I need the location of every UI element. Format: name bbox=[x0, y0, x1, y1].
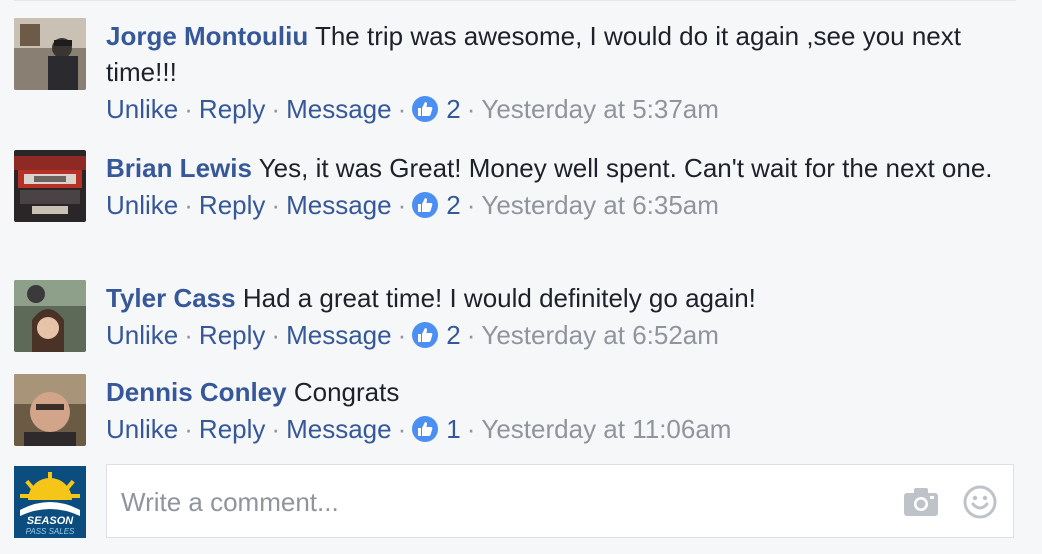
message-link[interactable]: Message bbox=[286, 190, 392, 220]
message-link[interactable]: Message bbox=[286, 94, 392, 124]
separator: · bbox=[466, 190, 476, 220]
comment-author[interactable]: Tyler Cass bbox=[106, 283, 236, 313]
separator: · bbox=[271, 94, 281, 124]
comment-text-block: Brian Lewis Yes, it was Great! Money wel… bbox=[106, 150, 1006, 186]
separator: · bbox=[271, 414, 281, 444]
unlike-link[interactable]: Unlike bbox=[106, 190, 178, 220]
comment-text: Congrats bbox=[293, 377, 400, 407]
comment-author[interactable]: Dennis Conley bbox=[106, 377, 287, 407]
comment-actions: Unlike · Reply · Message · 2 · Yesterday at 6:52… bbox=[106, 318, 1006, 352]
separator: · bbox=[397, 190, 407, 220]
comment-actions: Unlike · Reply · Message · 2 · Yesterday at 5:37… bbox=[106, 92, 1006, 126]
reply-link[interactable]: Reply bbox=[199, 414, 265, 444]
separator: · bbox=[397, 414, 407, 444]
comment-timestamp[interactable]: Yesterday at 6:35am bbox=[481, 190, 719, 220]
separator: · bbox=[466, 94, 476, 124]
comment-author[interactable]: Brian Lewis bbox=[106, 153, 252, 183]
avatar[interactable] bbox=[14, 374, 86, 446]
like-icon[interactable] bbox=[412, 416, 439, 442]
emoji-icon[interactable] bbox=[963, 485, 997, 519]
top-divider bbox=[14, 0, 1016, 1]
comment-timestamp[interactable]: Yesterday at 6:52am bbox=[481, 320, 719, 350]
comment-text: Had a great time! I would definitely go … bbox=[242, 283, 756, 313]
comment-text: Yes, it was Great! Money well spent. Can… bbox=[258, 153, 993, 183]
comment-composer: SEASON PASS SALES bbox=[14, 464, 1016, 540]
like-count[interactable]: 2 bbox=[446, 320, 460, 350]
message-link[interactable]: Message bbox=[286, 414, 392, 444]
comment-actions: Unlike · Reply · Message · 1 · Yesterday at 11:0… bbox=[106, 412, 1006, 446]
like-count[interactable]: 1 bbox=[446, 414, 460, 444]
unlike-link[interactable]: Unlike bbox=[106, 320, 178, 350]
page-avatar[interactable]: SEASON PASS SALES bbox=[14, 466, 86, 538]
comment-input[interactable] bbox=[119, 465, 863, 539]
avatar[interactable] bbox=[14, 280, 86, 352]
comment-input-box bbox=[106, 464, 1014, 539]
like-icon[interactable] bbox=[412, 96, 439, 122]
camera-icon[interactable] bbox=[903, 487, 939, 517]
comment-actions: Unlike · Reply · Message · 2 · Yesterday at 6:35… bbox=[106, 188, 1006, 222]
comment-timestamp[interactable]: Yesterday at 5:37am bbox=[481, 94, 719, 124]
separator: · bbox=[466, 414, 476, 444]
comment-text-block: Dennis Conley Congrats bbox=[106, 374, 1006, 410]
separator: · bbox=[397, 94, 407, 124]
avatar[interactable] bbox=[14, 150, 86, 222]
comment-timestamp[interactable]: Yesterday at 11:06am bbox=[481, 414, 731, 444]
svg-text:PASS SALES: PASS SALES bbox=[26, 527, 75, 536]
svg-text:SEASON: SEASON bbox=[27, 515, 75, 527]
reply-link[interactable]: Reply bbox=[199, 94, 265, 124]
separator: · bbox=[184, 190, 193, 220]
avatar[interactable] bbox=[14, 18, 86, 90]
comment-author[interactable]: Jorge Montouliu bbox=[106, 21, 308, 51]
unlike-link[interactable]: Unlike bbox=[106, 94, 178, 124]
comment-text-block: Jorge Montouliu The trip was awesome, I … bbox=[106, 18, 1006, 90]
like-icon[interactable] bbox=[412, 192, 439, 218]
season-pass-logo: SEASON PASS SALES bbox=[14, 466, 86, 538]
unlike-link[interactable]: Unlike bbox=[106, 414, 178, 444]
comment-text-block: Tyler Cass Had a great time! I would def… bbox=[106, 280, 1006, 316]
separator: · bbox=[466, 320, 476, 350]
separator: · bbox=[271, 190, 281, 220]
separator: · bbox=[184, 94, 193, 124]
separator: · bbox=[271, 320, 281, 350]
reply-link[interactable]: Reply bbox=[199, 190, 265, 220]
separator: · bbox=[184, 414, 193, 444]
message-link[interactable]: Message bbox=[286, 320, 392, 350]
separator: · bbox=[184, 320, 193, 350]
reply-link[interactable]: Reply bbox=[199, 320, 265, 350]
like-count[interactable]: 2 bbox=[446, 190, 460, 220]
separator: · bbox=[397, 320, 407, 350]
like-count[interactable]: 2 bbox=[446, 94, 460, 124]
like-icon[interactable] bbox=[412, 322, 439, 348]
